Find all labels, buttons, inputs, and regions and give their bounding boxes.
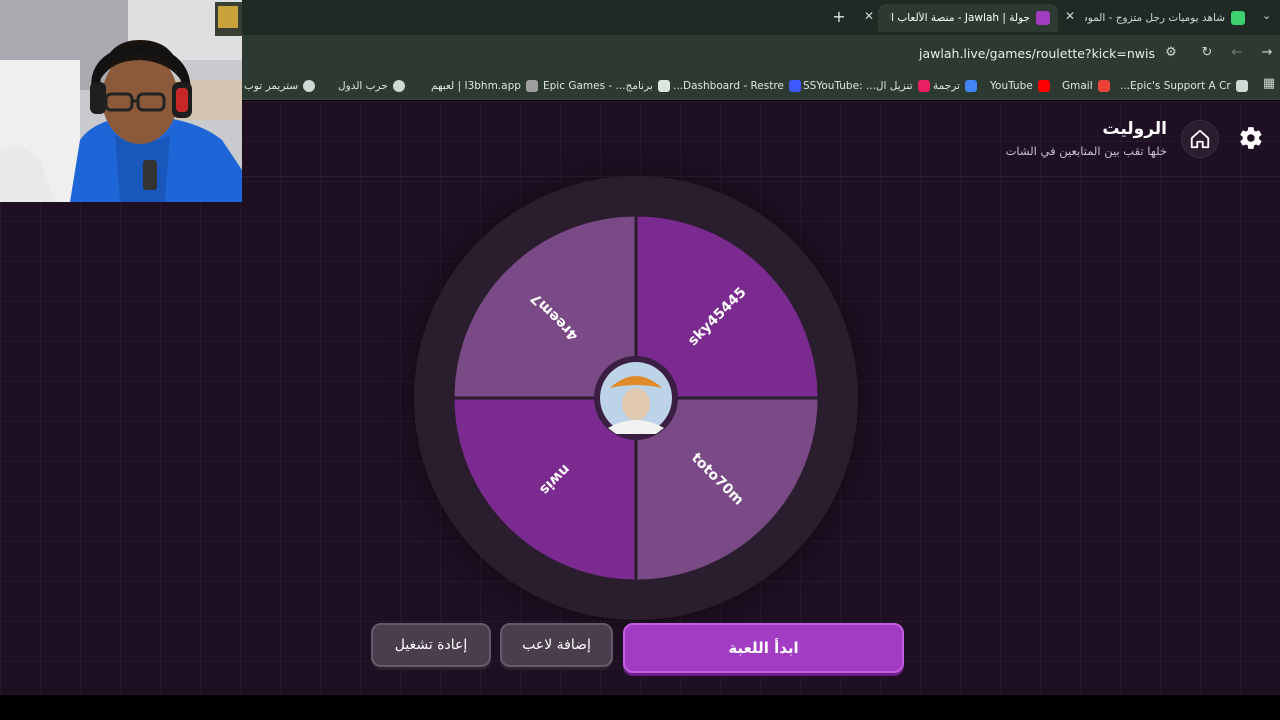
start-game-button[interactable]: ابدأ اللعبة (623, 623, 904, 673)
bookmark-item[interactable]: حرب الدول (338, 78, 405, 94)
bookmark-item[interactable]: تنزيل ال... :SSYouTube (803, 78, 930, 94)
epic-games-icon (657, 80, 670, 92)
back-icon[interactable]: → (1259, 45, 1275, 61)
add-player-button[interactable]: إضافة لاعب (500, 623, 613, 667)
bookmark-label: YouTube (990, 80, 1033, 92)
translate-icon (964, 80, 977, 92)
bookmark-item[interactable]: Dashboard - Restre... (673, 78, 801, 94)
settings-button[interactable] (1235, 122, 1267, 154)
tab-title: شاهد يوميات رجل متزوج - الموس (1085, 12, 1225, 24)
ssyoutube-icon (917, 80, 930, 92)
page-title: الروليت (1102, 119, 1167, 139)
home-icon (1190, 129, 1210, 149)
l3bhm-icon (525, 80, 538, 92)
close-tab-icon[interactable]: ✕ (1063, 9, 1077, 23)
apps-grid-icon[interactable]: ▦ (1261, 76, 1277, 92)
bookmark-label: حرب الدول (338, 80, 388, 92)
bookmark-item[interactable]: ستريمر توب (244, 78, 316, 94)
bookmark-item[interactable]: I3bhm.app | لعبهم (431, 78, 538, 94)
tab-title: جولة | Jawlah - منصة الألعاب التف (890, 12, 1030, 24)
bookmark-item[interactable]: برنامج... - Epic Games (543, 78, 670, 94)
bookmark-item[interactable]: Epic's Support A Cr... (1120, 78, 1248, 94)
wheel-segments: sky45445toto70mnwis4reem7 (451, 213, 821, 583)
bookmark-label: تنزيل ال... :SSYouTube (803, 80, 913, 92)
gear-icon (1240, 127, 1262, 149)
avatar (600, 362, 672, 434)
globe-icon (303, 80, 316, 92)
bookmark-label: ترجمة (933, 80, 960, 92)
bookmark-icon (1235, 80, 1248, 92)
bookmark-label: برنامج... - Epic Games (543, 80, 653, 92)
bookmark-label: ستريمر توب (244, 80, 299, 92)
url-field[interactable]: jawlah.live/games/roulette?kick=nwis (880, 46, 1155, 61)
bookmark-item[interactable]: Gmail (1062, 78, 1110, 94)
bookmark-label: Gmail (1062, 80, 1093, 92)
replay-button[interactable]: إعادة تشغيل (371, 623, 491, 667)
site-settings-icon[interactable]: ⚙ (1163, 45, 1179, 61)
roulette-wheel[interactable]: sky45445 toto70m nwis 4reem7 (414, 176, 858, 620)
bookmark-label: Dashboard - Restre... (673, 80, 784, 92)
bookmark-item[interactable]: ترجمة (933, 78, 977, 94)
new-tab-icon[interactable]: + (831, 8, 847, 26)
youtube-icon (1037, 80, 1050, 92)
gmail-icon (1097, 80, 1110, 92)
tab-favicon-icon (1231, 11, 1245, 25)
tab-active[interactable]: جولة | Jawlah - منصة الألعاب التف (878, 4, 1058, 32)
bookmark-label: Epic's Support A Cr... (1120, 80, 1231, 92)
bookmark-label: I3bhm.app | لعبهم (431, 80, 521, 92)
home-button[interactable] (1181, 120, 1219, 158)
globe-icon (392, 80, 405, 92)
tab-search-icon[interactable]: ⌄ (1262, 9, 1271, 22)
restream-icon (788, 80, 801, 92)
bookmark-item[interactable]: YouTube (990, 78, 1050, 94)
page-subtitle: خلها تقب بين المتابعين في الشات (1005, 144, 1167, 158)
forward-icon[interactable]: ← (1229, 45, 1245, 61)
reload-icon[interactable]: ↻ (1199, 45, 1215, 61)
taskbar-strip (0, 695, 1280, 720)
webcam-overlay (0, 0, 242, 202)
streamer-camera-image (0, 0, 242, 202)
tab-favicon-icon (1036, 11, 1050, 25)
close-tab-icon[interactable]: ✕ (862, 9, 876, 23)
tab-inactive[interactable]: شاهد يوميات رجل متزوج - الموس (1075, 4, 1253, 32)
